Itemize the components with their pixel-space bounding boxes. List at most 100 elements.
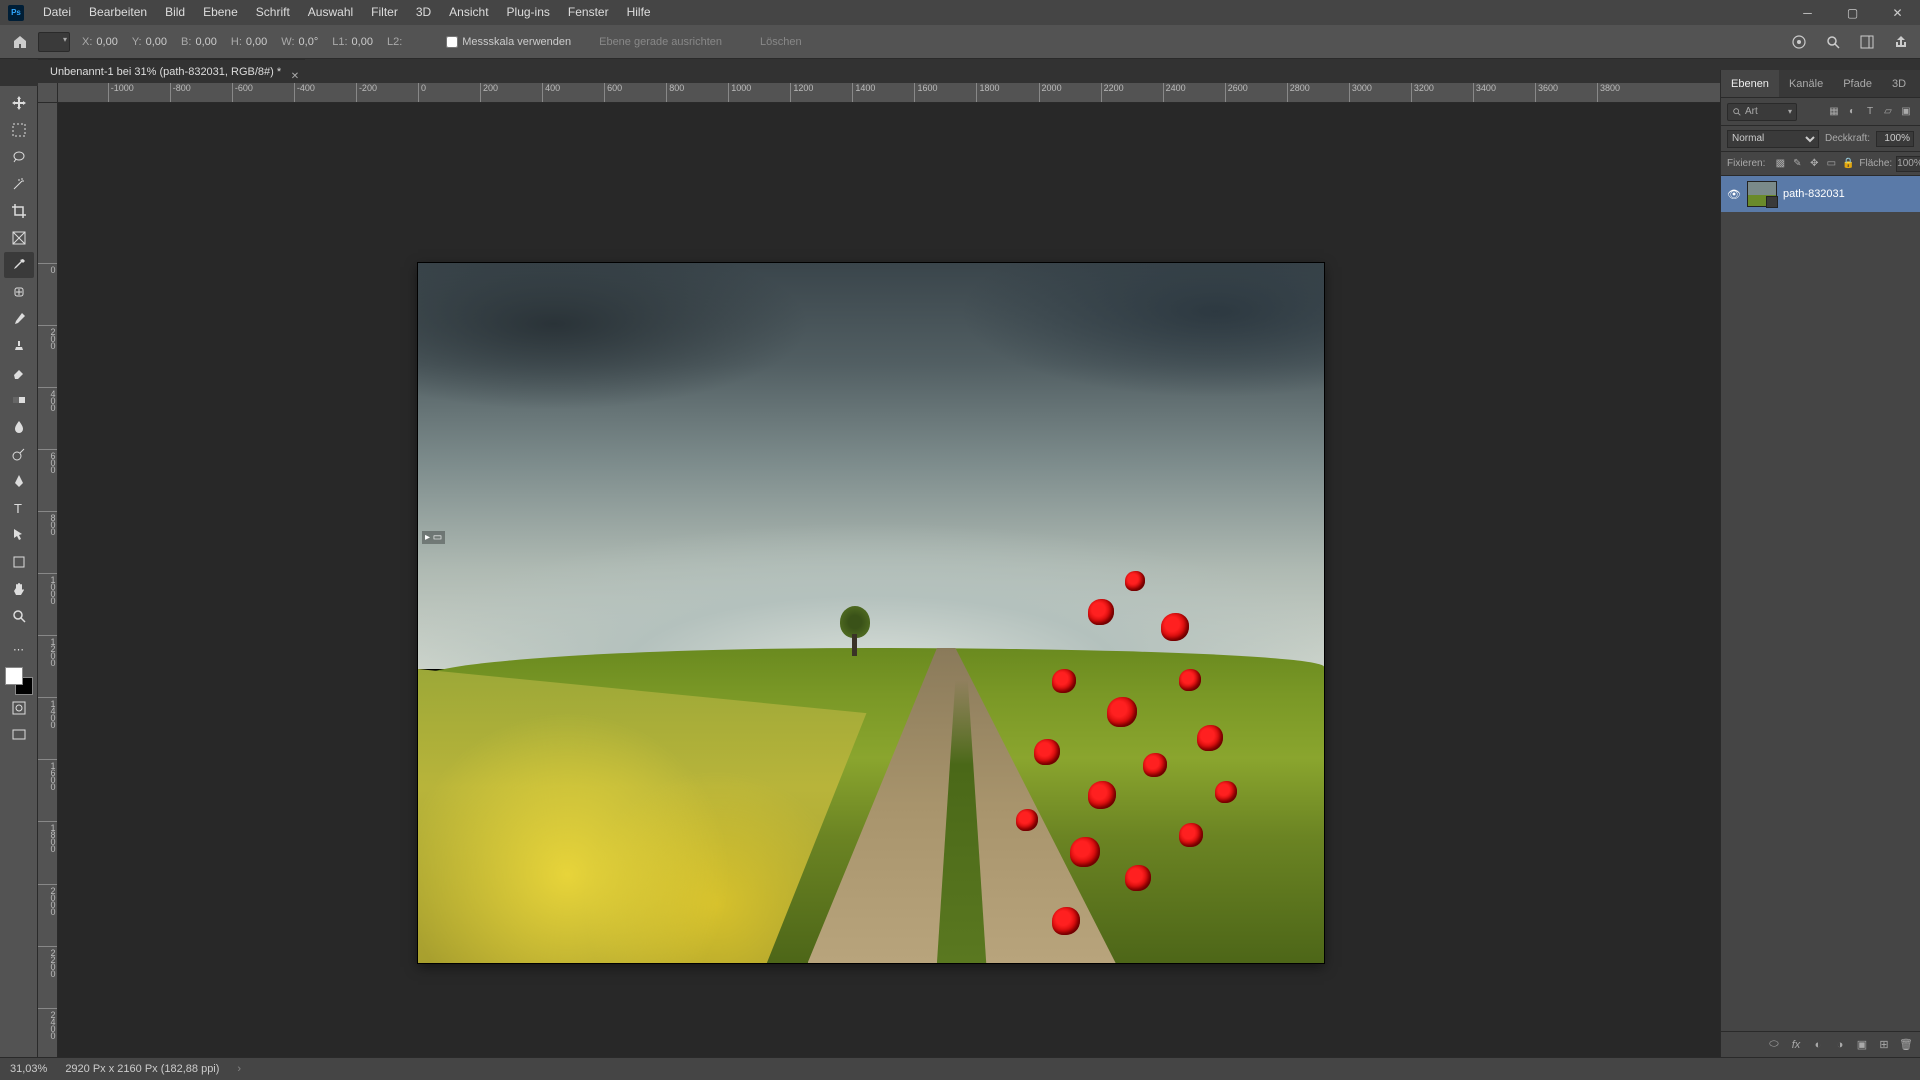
color-swatches[interactable]	[5, 667, 33, 695]
close-button[interactable]: ✕	[1875, 0, 1920, 25]
dodge-tool[interactable]	[4, 441, 34, 467]
menu-bar: Ps DateiBearbeitenBildEbeneSchriftAuswah…	[0, 0, 1920, 25]
share-icon[interactable]	[1890, 31, 1912, 53]
filter-smart-icon[interactable]: ▣	[1898, 104, 1914, 120]
blend-mode-select[interactable]: Normal	[1727, 130, 1819, 148]
menu-filter[interactable]: Filter	[362, 0, 407, 25]
image-tree	[835, 606, 875, 656]
menu-hilfe[interactable]: Hilfe	[618, 0, 660, 25]
workspace-icon[interactable]	[1856, 31, 1878, 53]
pen-tool[interactable]	[4, 468, 34, 494]
menu-datei[interactable]: Datei	[34, 0, 80, 25]
cloud-docs-icon[interactable]	[1788, 31, 1810, 53]
healing-brush-tool[interactable]	[4, 279, 34, 305]
move-tool[interactable]	[4, 90, 34, 116]
type-tool[interactable]: T	[4, 495, 34, 521]
path-selection-tool[interactable]	[4, 522, 34, 548]
menu-plug-ins[interactable]: Plug-ins	[498, 0, 559, 25]
lock-all-icon[interactable]: 🔒	[1841, 157, 1855, 171]
lock-transparency-icon[interactable]: ▩	[1773, 157, 1787, 171]
delete-layer-icon[interactable]: 🗑	[1898, 1037, 1914, 1053]
panel-tab-3d[interactable]: 3D	[1882, 70, 1916, 97]
status-menu-icon[interactable]: ›	[237, 1063, 241, 1075]
panel-tab-kanäle[interactable]: Kanäle	[1779, 70, 1833, 97]
hand-tool[interactable]	[4, 576, 34, 602]
tool-preset-picker[interactable]	[38, 32, 70, 52]
edit-toolbar-icon[interactable]: ⋯	[4, 636, 34, 662]
document-tab[interactable]: Unbenannt-1 bei 31% (path-832031, RGB/8#…	[38, 59, 305, 83]
layer-filter-row: Art ▾ ▦ ◐ T ▱ ▣	[1721, 98, 1920, 126]
layer-thumbnail[interactable]	[1747, 181, 1777, 207]
quick-mask-icon[interactable]	[4, 695, 34, 721]
new-layer-icon[interactable]: ⊞	[1876, 1037, 1892, 1053]
opacity-input[interactable]: 100%	[1876, 131, 1914, 147]
canvas-area[interactable]: ▸ ▭	[58, 103, 1720, 1057]
image-poppy	[1161, 613, 1189, 641]
image-poppy	[1125, 865, 1151, 891]
panel-tab-bar: EbenenKanälePfade3D	[1721, 70, 1920, 98]
brush-tool[interactable]	[4, 306, 34, 332]
canvas[interactable]	[418, 263, 1324, 963]
layers-panel-footer: ⬭ fx ◐ ◑ ▣ ⊞ 🗑	[1721, 1031, 1920, 1057]
layer-mask-icon[interactable]: ◐	[1810, 1037, 1826, 1053]
crop-tool[interactable]	[4, 198, 34, 224]
maximize-button[interactable]: ▢	[1830, 0, 1875, 25]
menu-ebene[interactable]: Ebene	[194, 0, 247, 25]
readout-b: B:0,00	[181, 36, 217, 48]
zoom-tool[interactable]	[4, 603, 34, 629]
vertical-ruler[interactable]: 0200400600800100012001400160018002000220…	[38, 103, 58, 1057]
layer-fx-icon[interactable]: fx	[1788, 1037, 1804, 1053]
menu-schrift[interactable]: Schrift	[247, 0, 299, 25]
ruler-origin[interactable]	[38, 83, 58, 103]
zoom-level[interactable]: 31,03%	[10, 1063, 47, 1075]
layer-filter-dropdown[interactable]: Art ▾	[1727, 103, 1797, 121]
menu-3d[interactable]: 3D	[407, 0, 440, 25]
menu-fenster[interactable]: Fenster	[559, 0, 618, 25]
lock-artboard-icon[interactable]: ▭	[1824, 157, 1838, 171]
eyedropper-tool[interactable]	[4, 252, 34, 278]
document-info[interactable]: 2920 Px x 2160 Px (182,88 ppi)	[65, 1063, 219, 1075]
lock-pixels-icon[interactable]: ✎	[1790, 157, 1804, 171]
filter-type-icon[interactable]: T	[1862, 104, 1878, 120]
horizontal-ruler[interactable]: -1000-800-600-400-2000200400600800100012…	[58, 83, 1720, 103]
frame-tool[interactable]	[4, 225, 34, 251]
blur-tool[interactable]	[4, 414, 34, 440]
gradient-tool[interactable]	[4, 387, 34, 413]
image-poppy	[1179, 669, 1201, 691]
straighten-button[interactable]: Ebene gerade ausrichten	[589, 33, 732, 51]
lasso-tool[interactable]	[4, 144, 34, 170]
panel-tab-ebenen[interactable]: Ebenen	[1721, 70, 1779, 97]
visibility-toggle-icon[interactable]: 👁	[1727, 188, 1741, 201]
search-icon[interactable]	[1822, 31, 1844, 53]
window-controls: ─ ▢ ✕	[1785, 0, 1920, 25]
lock-row: Fixieren: ▩ ✎ ✥ ▭ 🔒 Fläche: 100%	[1721, 152, 1920, 176]
layer-group-icon[interactable]: ▣	[1854, 1037, 1870, 1053]
shape-tool[interactable]	[4, 549, 34, 575]
use-scale-checkbox[interactable]: Messskala verwenden	[446, 36, 571, 48]
filter-shape-icon[interactable]: ▱	[1880, 104, 1896, 120]
layer-name[interactable]: path-832031	[1783, 188, 1845, 200]
clone-stamp-tool[interactable]	[4, 333, 34, 359]
filter-adjust-icon[interactable]: ◐	[1844, 104, 1860, 120]
readout-x: X:0,00	[82, 36, 118, 48]
screen-mode-icon[interactable]	[4, 722, 34, 748]
image-poppy	[1197, 725, 1223, 751]
menu-bearbeiten[interactable]: Bearbeiten	[80, 0, 156, 25]
magic-wand-tool[interactable]	[4, 171, 34, 197]
link-layers-icon[interactable]: ⬭	[1766, 1037, 1782, 1053]
lock-position-icon[interactable]: ✥	[1807, 157, 1821, 171]
clear-button[interactable]: Löschen	[750, 33, 812, 51]
home-icon[interactable]	[8, 30, 32, 54]
panel-tab-pfade[interactable]: Pfade	[1833, 70, 1882, 97]
fill-input[interactable]: 100%	[1896, 156, 1920, 172]
eraser-tool[interactable]	[4, 360, 34, 386]
menu-bild[interactable]: Bild	[156, 0, 194, 25]
layer-list[interactable]: 👁 path-832031	[1721, 176, 1920, 1031]
minimize-button[interactable]: ─	[1785, 0, 1830, 25]
menu-auswahl[interactable]: Auswahl	[299, 0, 362, 25]
marquee-tool[interactable]	[4, 117, 34, 143]
filter-pixel-icon[interactable]: ▦	[1826, 104, 1842, 120]
adjustment-layer-icon[interactable]: ◑	[1832, 1037, 1848, 1053]
layer-item[interactable]: 👁 path-832031	[1721, 176, 1920, 212]
menu-ansicht[interactable]: Ansicht	[440, 0, 497, 25]
